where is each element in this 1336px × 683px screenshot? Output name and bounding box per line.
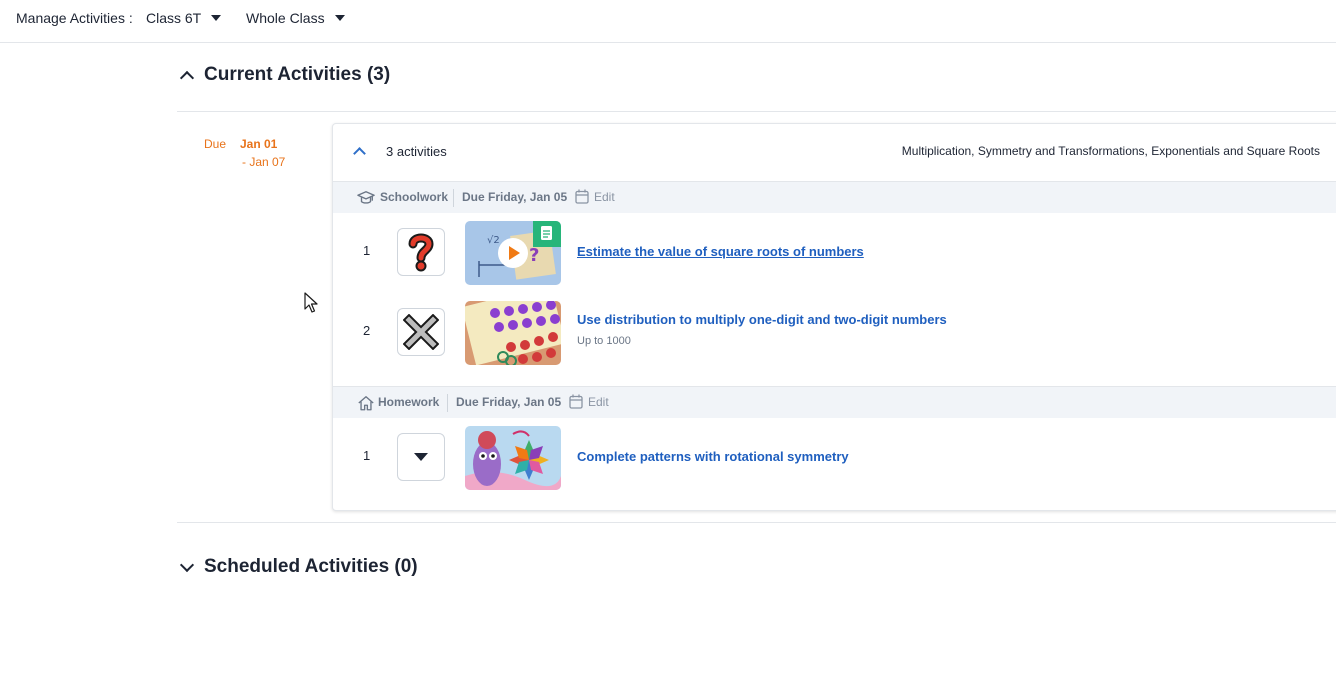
activity-row: 1 Complete patterns with rotational symm…: [333, 426, 1336, 490]
class-select[interactable]: Class 6T: [146, 10, 222, 26]
activity-subtitle: Up to 1000: [577, 335, 631, 347]
current-activities-title: Current Activities (3): [204, 64, 391, 85]
svg-text:√2: √2: [487, 235, 500, 246]
activity-thumbnail[interactable]: [465, 301, 561, 365]
top-bar: Manage Activities : Class 6T Whole Class: [0, 0, 1336, 43]
activity-row: 1 √2 ? Estimate the value of square root…: [333, 221, 1336, 285]
caret-down-icon: [211, 15, 222, 21]
group-name-homework: Homework: [378, 395, 440, 409]
mouse-cursor-icon: [304, 292, 318, 313]
due-label: Due: [204, 137, 227, 151]
calendar-icon[interactable]: [575, 189, 589, 204]
group-due-date: Due Friday, Jan 05: [462, 190, 568, 204]
activity-thumbnail[interactable]: √2 ?: [465, 221, 561, 285]
activity-topics: Multiplication, Symmetry and Transformat…: [901, 144, 1320, 158]
divider: [177, 522, 1336, 523]
caret-down-icon[interactable]: [397, 433, 445, 481]
manage-activities-label: Manage Activities :: [16, 10, 133, 26]
chevron-down-icon: [179, 557, 195, 573]
edit-button[interactable]: Edit: [594, 190, 615, 204]
group-due-date: Due Friday, Jan 05: [456, 395, 562, 409]
activity-title-link[interactable]: Use distribution to multiply one-digit a…: [577, 312, 947, 327]
schoolwork-group-bar: Schoolwork Due Friday, Jan 05 Edit: [333, 181, 1336, 213]
activity-number: 1: [363, 243, 371, 258]
separator: [453, 189, 454, 207]
multiply-x-icon[interactable]: [397, 308, 445, 356]
edit-button[interactable]: Edit: [588, 395, 609, 409]
house-icon: [358, 396, 374, 411]
activity-thumbnail[interactable]: [465, 426, 561, 490]
activity-count: 3 activities: [386, 144, 447, 159]
due-start-date: Jan 01: [240, 137, 278, 151]
activity-title-link[interactable]: Estimate the value of square roots of nu…: [577, 244, 864, 259]
graduation-cap-icon: [357, 191, 375, 204]
activity-title-link[interactable]: Complete patterns with rotational symmet…: [577, 449, 849, 464]
chevron-up-icon: [179, 70, 195, 85]
question-mark-icon[interactable]: [397, 228, 445, 276]
activities-card: 3 activities Multiplication, Symmetry an…: [332, 123, 1336, 511]
chevron-up-icon[interactable]: [353, 147, 366, 160]
caret-down-icon: [334, 15, 345, 21]
group-name-schoolwork: Schoolwork: [380, 190, 449, 204]
separator: [447, 394, 448, 412]
group-select-value: Whole Class: [246, 10, 325, 26]
current-activities-toggle[interactable]: Current Activities (3): [177, 64, 390, 86]
card-header[interactable]: 3 activities Multiplication, Symmetry an…: [333, 124, 1336, 181]
activity-number: 2: [363, 323, 371, 338]
class-select-value: Class 6T: [146, 10, 202, 26]
calendar-icon[interactable]: [569, 394, 583, 409]
group-select[interactable]: Whole Class: [246, 10, 345, 26]
due-end-date: - Jan 07: [242, 155, 286, 169]
svg-text:?: ?: [529, 245, 539, 266]
activity-number: 1: [363, 448, 371, 463]
activity-row: 2 Use distribution to multiply one-digit…: [333, 301, 1336, 365]
homework-group-bar: Homework Due Friday, Jan 05 Edit: [333, 386, 1336, 418]
divider: [177, 111, 1336, 112]
scheduled-activities-title: Scheduled Activities (0): [204, 556, 418, 577]
scheduled-activities-toggle[interactable]: Scheduled Activities (0): [177, 556, 418, 578]
